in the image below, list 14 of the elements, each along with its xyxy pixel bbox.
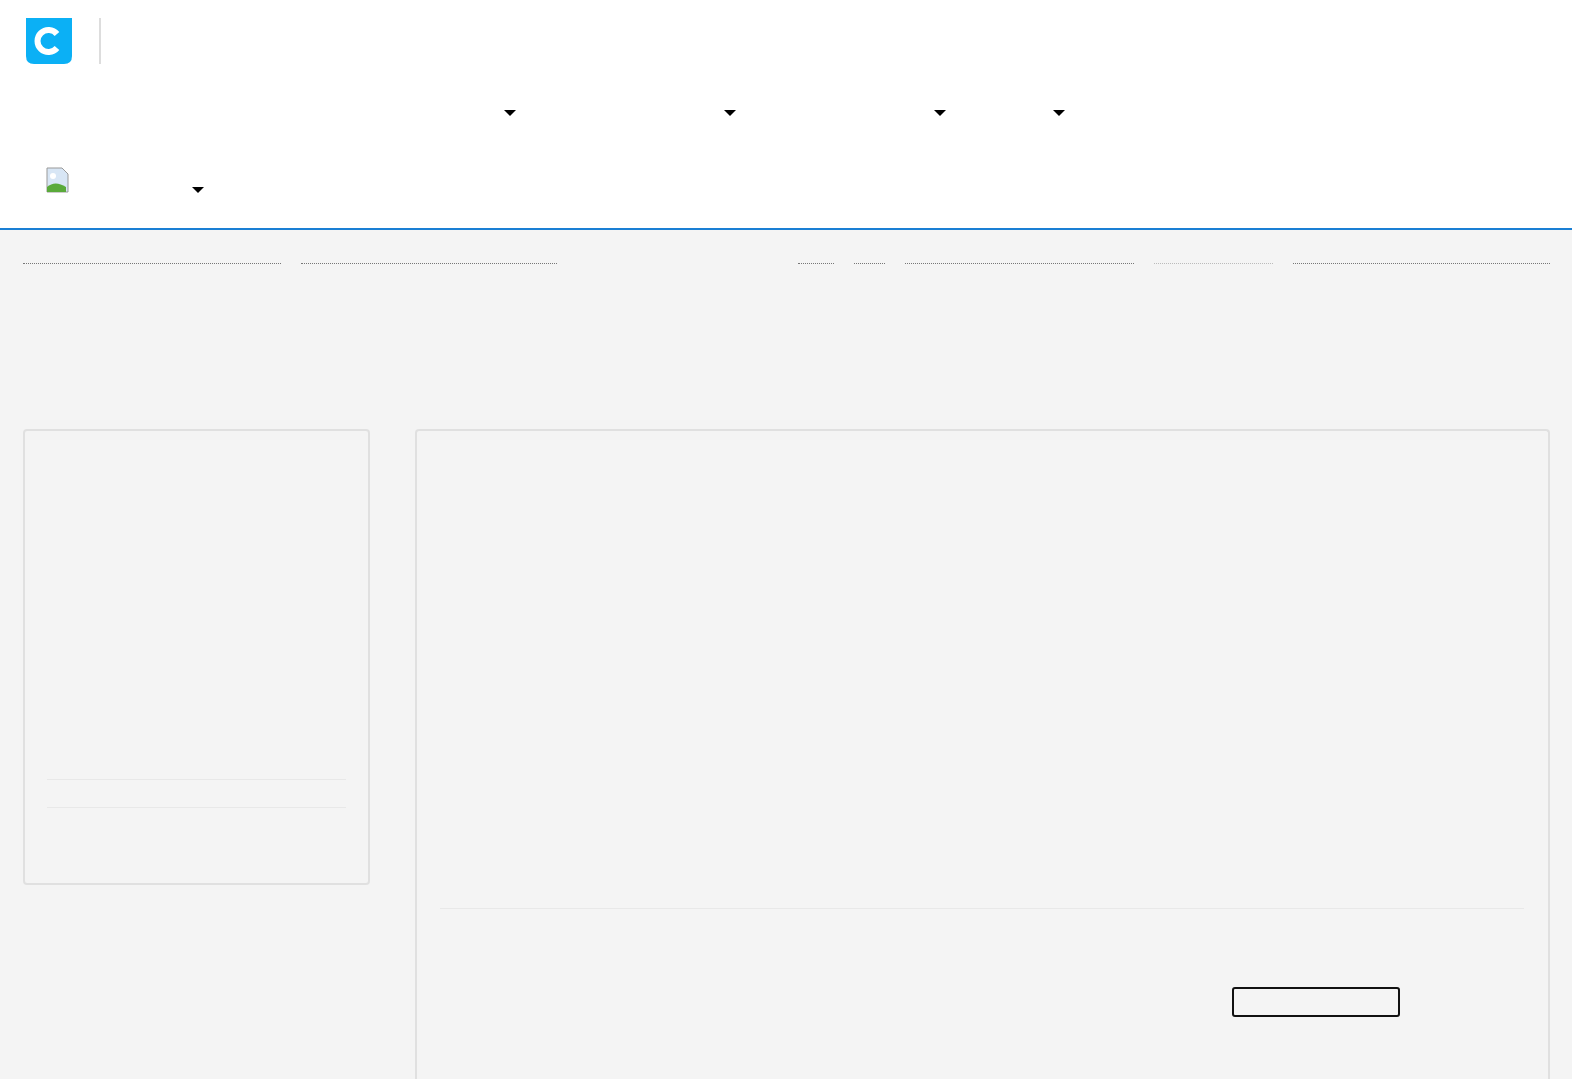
caret-icon[interactable]: [724, 110, 736, 116]
caret-icon[interactable]: [504, 110, 516, 116]
caret-icon[interactable]: [1053, 110, 1065, 116]
caret-icon[interactable]: [192, 187, 204, 193]
link-underline[interactable]: [854, 263, 885, 264]
logo-icon[interactable]: [26, 18, 72, 64]
link-underline[interactable]: [905, 263, 1134, 264]
link-underline[interactable]: [798, 263, 834, 264]
link-underline[interactable]: [301, 263, 557, 264]
caret-icon[interactable]: [934, 110, 946, 116]
link-underline[interactable]: [23, 263, 281, 264]
outline-button[interactable]: [1232, 987, 1400, 1017]
link-underline[interactable]: [1293, 263, 1550, 264]
broken-image-icon[interactable]: [45, 167, 69, 193]
